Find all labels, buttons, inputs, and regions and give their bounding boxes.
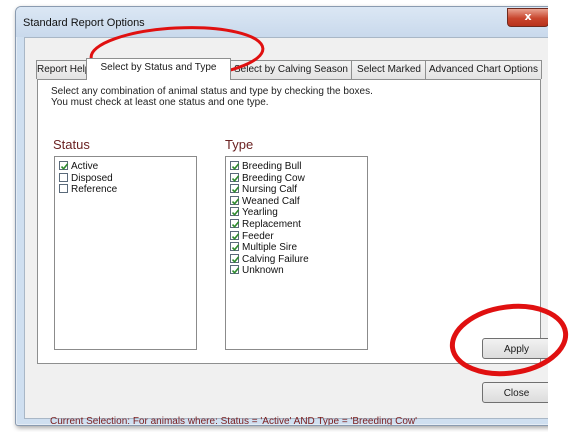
status-checklist[interactable]: Active Disposed Reference xyxy=(54,156,197,350)
type-checkbox-label: Breeding Cow xyxy=(242,172,305,184)
status-checkbox-item[interactable]: Disposed xyxy=(55,172,196,185)
page-edge xyxy=(548,0,569,432)
type-checkbox-item[interactable]: Replacement xyxy=(226,218,367,231)
tab-report-help[interactable]: Report Help xyxy=(36,60,88,79)
checkbox-checked-icon[interactable] xyxy=(230,195,240,205)
title-bar: Standard Report Options x xyxy=(16,7,557,37)
checkbox-checked-icon[interactable] xyxy=(230,207,240,217)
checkbox-checked-icon[interactable] xyxy=(230,242,240,252)
checkbox-checked-icon[interactable] xyxy=(230,265,240,275)
checkbox-checked-icon[interactable] xyxy=(230,172,240,182)
type-checkbox-item[interactable]: Feeder xyxy=(226,230,367,243)
instructions-text: Select any combination of animal status … xyxy=(51,86,373,108)
type-checkbox-item[interactable]: Multiple Sire xyxy=(226,242,367,254)
close-icon: x xyxy=(524,10,532,23)
status-heading: Status xyxy=(53,137,90,152)
status-checkbox-item[interactable]: Active xyxy=(55,161,196,173)
report-options-dialog: Standard Report Options x Report Help Se… xyxy=(15,6,558,426)
checkbox-unchecked-icon[interactable] xyxy=(59,172,68,182)
type-heading: Type xyxy=(225,137,254,152)
tab-select-by-calving-season[interactable]: Select by Calving Season xyxy=(229,60,353,79)
status-checkbox-item[interactable]: Reference xyxy=(55,184,196,196)
type-checkbox-item[interactable]: Weaned Calf xyxy=(226,195,367,208)
status-type-panel: Select any combination of animal status … xyxy=(37,79,541,364)
type-checkbox-label: Replacement xyxy=(242,218,301,230)
window-title: Standard Report Options xyxy=(23,17,145,29)
type-checkbox-item[interactable]: Unknown xyxy=(226,265,367,277)
apply-button[interactable]: Apply xyxy=(482,338,551,359)
checkbox-unchecked-icon[interactable] xyxy=(59,184,68,194)
type-checkbox-label: Unknown xyxy=(242,265,284,277)
checkbox-checked-icon[interactable] xyxy=(59,161,69,171)
close-button[interactable]: Close xyxy=(482,382,551,403)
status-checkbox-label: Active xyxy=(71,161,99,172)
type-checkbox-item[interactable]: Yearling xyxy=(226,207,367,219)
type-checkbox-item[interactable]: Calving Failure xyxy=(226,253,367,266)
window-close-button[interactable]: x xyxy=(507,8,549,27)
checkbox-checked-icon[interactable] xyxy=(230,230,240,240)
status-checkbox-label: Disposed xyxy=(71,172,113,184)
tab-select-marked[interactable]: Select Marked xyxy=(351,60,427,79)
type-checkbox-label: Weaned Calf xyxy=(242,195,300,207)
checkbox-checked-icon[interactable] xyxy=(230,184,240,194)
checkbox-checked-icon[interactable] xyxy=(230,253,240,263)
type-checkbox-item[interactable]: Nursing Calf xyxy=(226,184,367,196)
type-checkbox-label: Multiple Sire xyxy=(242,242,298,254)
status-checkbox-label: Reference xyxy=(71,184,118,196)
current-selection-text: Current Selection: For animals where: St… xyxy=(50,416,418,426)
type-checkbox-label: Feeder xyxy=(242,230,274,242)
checkbox-checked-icon[interactable] xyxy=(230,218,240,228)
type-checkbox-item[interactable]: Breeding Cow xyxy=(226,172,367,185)
type-checkbox-label: Yearling xyxy=(242,207,278,219)
type-checklist[interactable]: Breeding Bull Breeding Cow Nursing Calf Wea… xyxy=(225,156,368,350)
type-checkbox-item[interactable]: Breeding Bull xyxy=(226,161,367,173)
checkbox-checked-icon[interactable] xyxy=(230,161,240,171)
type-checkbox-label: Nursing Calf xyxy=(242,184,298,196)
tab-select-by-status-and-type[interactable]: Select by Status and Type xyxy=(86,58,231,80)
type-checkbox-label: Breeding Bull xyxy=(242,161,302,172)
tab-advanced-chart-options[interactable]: Advanced Chart Options xyxy=(425,60,542,79)
type-checkbox-label: Calving Failure xyxy=(242,253,309,265)
dialog-body: Report Help Select by Status and Type Se… xyxy=(24,37,551,425)
tab-strip: Report Help Select by Status and Type Se… xyxy=(36,58,551,80)
